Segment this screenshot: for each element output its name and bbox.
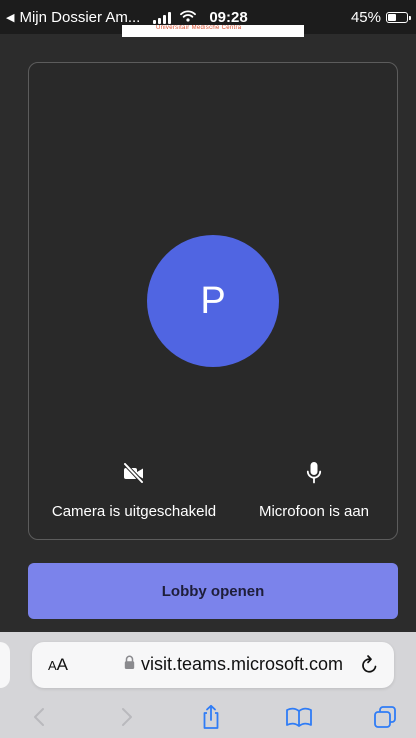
text-size-large: A [56, 655, 69, 674]
avatar: P [147, 235, 279, 367]
url-text: visit.teams.microsoft.com [141, 654, 344, 674]
open-lobby-button[interactable]: Lobby openen [28, 563, 398, 619]
wifi-icon [180, 9, 197, 26]
back-to-app-icon[interactable]: ◀ [6, 11, 14, 24]
open-lobby-label: Lobby openen [161, 582, 265, 600]
microphone-toggle[interactable]: Microfoon is aan [224, 461, 404, 520]
forward-arrow-icon[interactable] [112, 702, 142, 732]
microphone-icon[interactable] [306, 461, 322, 485]
clock: 09:28 [209, 9, 248, 26]
lock-icon [124, 654, 135, 675]
text-size-button[interactable]: AA [48, 655, 68, 675]
browser-bottom-bar: AA visit.teams.microsoft.com [0, 632, 416, 738]
battery-fill [388, 14, 396, 21]
tabs-icon[interactable] [370, 702, 400, 732]
back-to-app-label[interactable]: Mijn Dossier Am... [19, 9, 140, 26]
screen: ◀ Mijn Dossier Am... 09:28 45% Universit… [0, 0, 416, 738]
camera-toggle[interactable]: Camera is uitgeschakeld [44, 461, 224, 520]
battery-icon [386, 12, 411, 23]
browser-toolbar [0, 700, 416, 734]
microphone-status-label: Microfoon is aan [258, 503, 370, 520]
cellular-signal-icon [153, 11, 172, 24]
avatar-initial: P [200, 279, 226, 322]
video-preview-card: P Camera is uitgeschakeld Microfoon is a… [28, 62, 398, 540]
bookmarks-icon[interactable] [284, 702, 314, 732]
reload-icon[interactable] [360, 654, 380, 681]
url-display[interactable]: visit.teams.microsoft.com [124, 654, 343, 675]
back-arrow-icon[interactable] [24, 702, 54, 732]
text-size-small: A [48, 658, 57, 673]
camera-off-icon[interactable] [122, 461, 146, 485]
status-right: 45% [350, 9, 411, 26]
previous-tab-edge[interactable] [0, 642, 10, 688]
battery-tip [409, 16, 411, 20]
camera-status-label: Camera is uitgeschakeld [51, 503, 217, 520]
battery-percent: 45% [350, 9, 381, 26]
address-bar[interactable]: AA visit.teams.microsoft.com [32, 642, 394, 688]
organization-logo: Universitair Medische Centra [122, 25, 304, 37]
status-left: ◀ Mijn Dossier Am... 09:28 [6, 9, 248, 26]
share-icon[interactable] [196, 702, 226, 732]
logo-text: Universitair Medische Centra [156, 25, 242, 31]
